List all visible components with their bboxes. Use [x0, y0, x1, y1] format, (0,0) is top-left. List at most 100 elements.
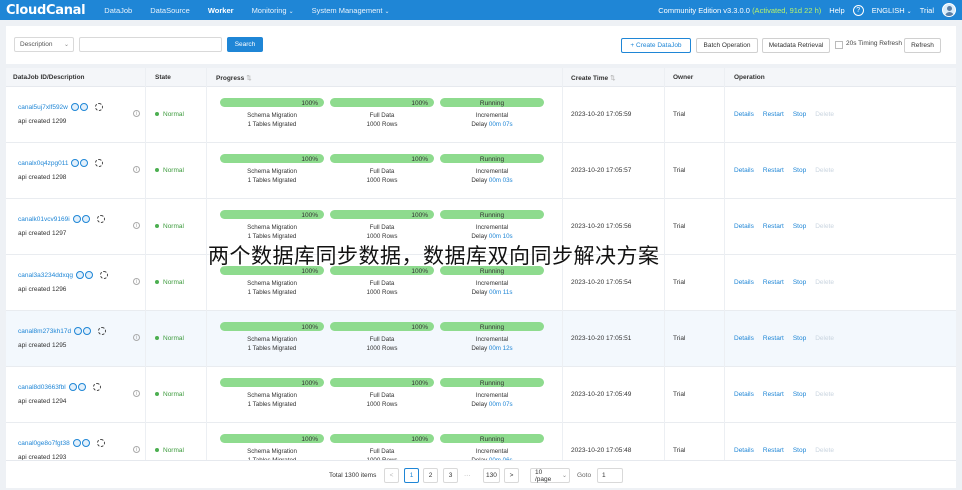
timing-refresh-checkbox[interactable]: [835, 41, 843, 49]
next-page-button[interactable]: >: [504, 468, 519, 483]
details-link[interactable]: Details: [734, 223, 754, 230]
stop-link[interactable]: Stop: [793, 447, 806, 454]
full-progress-pct: 100%: [411, 380, 428, 387]
stage-label: Full Data: [369, 448, 395, 455]
incremental-progress-bar: Running: [440, 98, 544, 107]
question-icon[interactable]: ?: [852, 4, 864, 16]
info-icon[interactable]: i: [133, 166, 140, 173]
restart-link[interactable]: Restart: [763, 111, 784, 118]
search-field-select[interactable]: Description ⌄: [14, 37, 74, 52]
datajob-id-link[interactable]: canalk01vcv9169i: [18, 216, 70, 223]
full-data-stage: 100% Full Data 1000 Rows: [330, 266, 434, 297]
language-select[interactable]: ENGLISH ⌄: [872, 6, 912, 15]
search-input[interactable]: [79, 37, 222, 52]
restart-link[interactable]: Restart: [763, 447, 784, 454]
column-header-progress[interactable]: Progress ⇅: [216, 74, 252, 82]
filter-toolbar: Description ⌄ Search + Create DataJob Bat…: [6, 26, 956, 64]
nav-worker[interactable]: Worker: [208, 6, 234, 15]
stop-link[interactable]: Stop: [793, 167, 806, 174]
refresh-button[interactable]: Refresh: [904, 38, 941, 53]
user-name[interactable]: Trial: [920, 6, 934, 15]
info-icon[interactable]: i: [133, 446, 140, 453]
state-cell: Normal: [155, 111, 184, 118]
delete-link[interactable]: Delete: [815, 391, 834, 398]
page-1-button[interactable]: 1: [404, 468, 419, 483]
stop-link[interactable]: Stop: [793, 223, 806, 230]
info-icon[interactable]: i: [133, 222, 140, 229]
source-db-icon: [68, 383, 77, 391]
details-link[interactable]: Details: [734, 279, 754, 286]
column-divider: [145, 68, 146, 460]
datajob-id-link[interactable]: canal8d03663fbl: [18, 384, 66, 391]
state-cell: Normal: [155, 167, 184, 174]
info-icon[interactable]: i: [133, 278, 140, 285]
nav-system-management[interactable]: System Management ⌄: [312, 6, 390, 15]
restart-link[interactable]: Restart: [763, 335, 784, 342]
pagination-ellipsis[interactable]: ···: [464, 472, 471, 479]
create-datajob-button[interactable]: + Create DataJob: [621, 38, 691, 53]
nav-datajob[interactable]: DataJob: [104, 6, 132, 15]
delete-link[interactable]: Delete: [815, 111, 834, 118]
delay-value: 00m 11s: [489, 289, 513, 296]
incremental-stage: Running Incremental Delay 00m 06s: [440, 434, 544, 460]
details-link[interactable]: Details: [734, 447, 754, 454]
source-db-icon: [71, 159, 80, 167]
info-icon[interactable]: i: [133, 110, 140, 117]
details-link[interactable]: Details: [734, 111, 754, 118]
metadata-retrieval-button[interactable]: Metadata Retrieval: [762, 38, 830, 53]
state-cell: Normal: [155, 391, 184, 398]
avatar[interactable]: [942, 3, 956, 17]
incremental-status: Running: [479, 380, 505, 387]
help-link[interactable]: Help: [829, 6, 844, 15]
stop-link[interactable]: Stop: [793, 111, 806, 118]
nav-monitoring[interactable]: Monitoring ⌄: [252, 6, 294, 15]
goto-page-input[interactable]: 1: [597, 468, 623, 483]
delete-link[interactable]: Delete: [815, 447, 834, 454]
stage-sub: 1000 Rows: [366, 345, 398, 352]
state-cell: Normal: [155, 279, 184, 286]
datajob-id-cell: canal0ge8o7fgt38: [18, 439, 105, 447]
search-button[interactable]: Search: [227, 37, 263, 52]
column-header-datajob: DataJob ID/Description: [13, 74, 85, 81]
stage-delay: Delay 00m 07s: [440, 400, 544, 409]
stage-delay: Delay 00m 07s: [440, 120, 544, 129]
delete-link[interactable]: Delete: [815, 223, 834, 230]
batch-operation-button[interactable]: Batch Operation: [696, 38, 758, 53]
stage-label: Schema Migration: [247, 280, 297, 287]
cloudcanal-logo[interactable]: CloudCanal: [6, 3, 86, 18]
stop-link[interactable]: Stop: [793, 279, 806, 286]
total-items: Total 1300 items: [329, 472, 377, 479]
stop-link[interactable]: Stop: [793, 335, 806, 342]
page-2-button[interactable]: 2: [423, 468, 438, 483]
details-link[interactable]: Details: [734, 391, 754, 398]
schema-migration-stage: 100% Schema Migration 1 Tables Migrated: [220, 434, 324, 460]
stop-link[interactable]: Stop: [793, 391, 806, 398]
delete-link[interactable]: Delete: [815, 279, 834, 286]
datajob-id-link[interactable]: canalx0q4zpg011: [18, 160, 68, 167]
target-db-icon: [77, 383, 86, 391]
delay-label: Delay: [471, 289, 488, 296]
prev-page-button[interactable]: <: [384, 468, 399, 483]
status-dot-icon: [155, 336, 159, 341]
restart-link[interactable]: Restart: [763, 223, 784, 230]
restart-link[interactable]: Restart: [763, 279, 784, 286]
page-size-select[interactable]: 10 /page ⌄: [530, 468, 570, 483]
restart-link[interactable]: Restart: [763, 167, 784, 174]
details-link[interactable]: Details: [734, 167, 754, 174]
info-icon[interactable]: i: [133, 334, 140, 341]
datajob-id-link[interactable]: canal8m273kh17d: [18, 328, 71, 335]
schema-progress-pct: 100%: [301, 212, 318, 219]
datajob-id-link[interactable]: canal5uj7xlf592w: [18, 104, 68, 111]
datajob-id-link[interactable]: canal0ge8o7fgt38: [18, 440, 70, 447]
info-icon[interactable]: i: [133, 390, 140, 397]
owner: Trial: [673, 279, 686, 286]
delete-link[interactable]: Delete: [815, 335, 834, 342]
datajob-id-link[interactable]: canal3a3234ddxqg: [18, 272, 73, 279]
details-link[interactable]: Details: [734, 335, 754, 342]
nav-datasource[interactable]: DataSource: [150, 6, 190, 15]
restart-link[interactable]: Restart: [763, 391, 784, 398]
page-3-button[interactable]: 3: [443, 468, 458, 483]
page-last-button[interactable]: 130: [483, 468, 500, 483]
column-header-create-time[interactable]: Create Time ⇅: [571, 74, 616, 82]
delete-link[interactable]: Delete: [815, 167, 834, 174]
